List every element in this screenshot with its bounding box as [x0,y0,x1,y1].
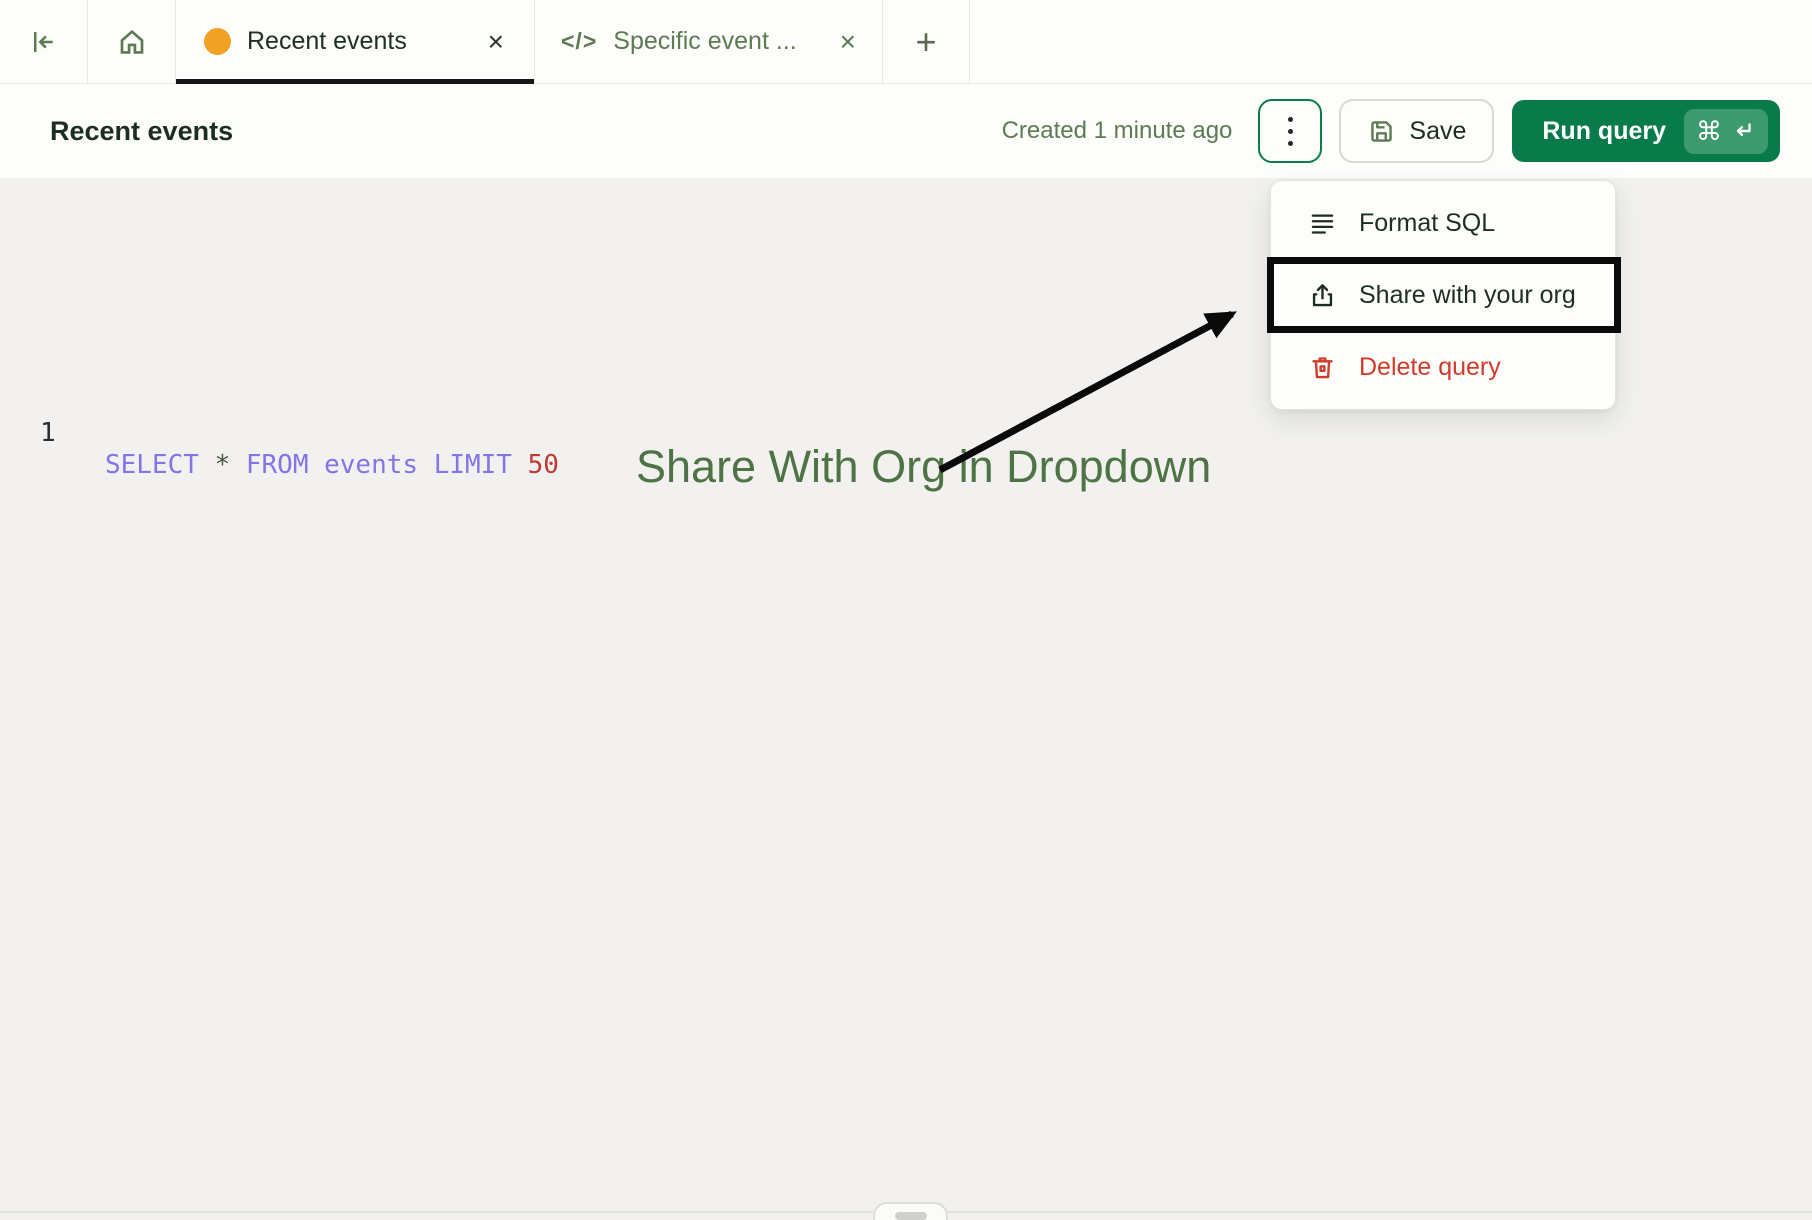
line-number: 1 [40,417,56,449]
query-header: Recent events Created 1 minute ago Save [0,84,1812,178]
sql-query-editor-app: Recent events × </> Specific event ... ×… [0,0,1812,1220]
query-options-dropdown: Format SQL Share with your org Delete qu… [1270,180,1616,410]
tab-recent-events[interactable]: Recent events × [176,0,535,83]
save-button-label: Save [1409,117,1466,146]
sql-statement: SELECT * FROM events LIMIT 50 [105,449,559,481]
menu-item-delete-query[interactable]: Delete query [1271,331,1615,403]
bottom-drag-handle[interactable] [873,1202,948,1220]
more-options-button[interactable] [1258,99,1322,163]
trash-icon [1309,354,1336,381]
menu-item-label: Share with your org [1359,281,1576,310]
menu-item-share-with-org[interactable]: Share with your org [1271,259,1615,331]
close-tab-icon[interactable]: × [840,28,856,56]
collapse-sidebar-button[interactable] [0,0,88,83]
menu-item-label: Format SQL [1359,209,1495,238]
home-icon [116,26,148,58]
tab-specific-event[interactable]: </> Specific event ... × [535,0,883,83]
sql-number: 50 [528,450,559,480]
share-upload-icon [1309,282,1336,309]
menu-item-format-sql[interactable]: Format SQL [1271,187,1615,259]
code-icon: </> [561,28,597,55]
sql-keyword: SELECT [105,450,199,480]
command-key-icon: ⌘ [1696,118,1722,144]
new-tab-button[interactable]: + [883,0,970,83]
tab-label: Specific event ... [613,27,825,56]
created-timestamp: Created 1 minute ago [1002,117,1233,145]
return-key-icon [1730,118,1756,144]
plus-icon: + [915,21,936,63]
sql-keyword: FROM [246,450,309,480]
sql-operator: * [215,450,231,480]
format-lines-icon [1309,210,1336,237]
tab-bar: Recent events × </> Specific event ... ×… [0,0,1812,84]
home-button[interactable] [88,0,176,83]
run-query-shortcut: ⌘ [1684,109,1768,154]
save-button[interactable]: Save [1339,99,1494,163]
collapse-sidebar-icon [29,27,59,57]
menu-item-label: Delete query [1359,353,1501,382]
run-query-label: Run query [1542,117,1666,146]
drag-handle-icon [895,1212,927,1220]
annotation-text: Share With Org in Dropdown [636,441,1211,493]
kebab-icon [1288,117,1293,122]
save-icon [1367,117,1396,146]
header-actions: Created 1 minute ago Save Run query [1002,99,1780,163]
tab-label: Recent events [247,27,474,56]
sql-identifier: events [324,450,418,480]
page-title: Recent events [50,116,233,147]
run-query-button[interactable]: Run query ⌘ [1512,100,1780,162]
sql-keyword: LIMIT [434,450,512,480]
unsaved-changes-dot [204,28,231,55]
close-tab-icon[interactable]: × [488,28,504,56]
